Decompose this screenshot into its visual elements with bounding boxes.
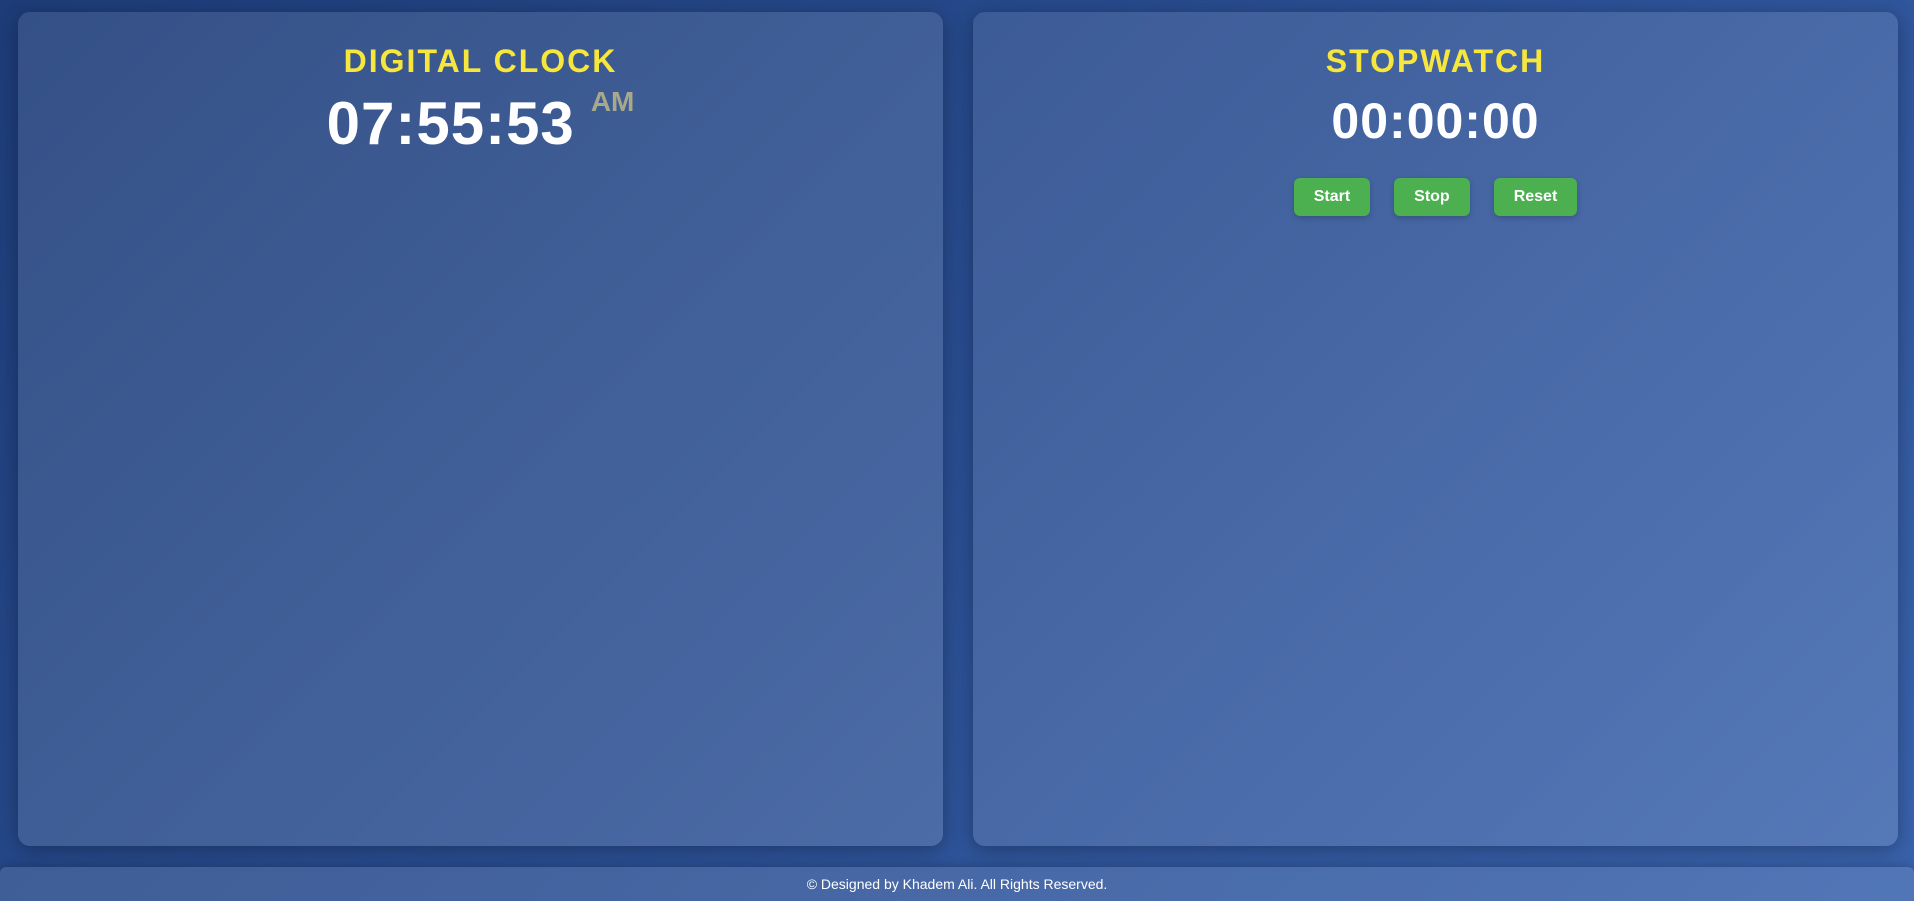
- digital-clock-panel: DIGITAL CLOCK 07:55:53 AM: [18, 12, 943, 846]
- stopwatch-title: STOPWATCH: [1325, 43, 1546, 79]
- footer: © Designed by Khadem Ali. All Rights Res…: [0, 867, 1914, 901]
- stopwatch-panel: STOPWATCH 00:00:00 Start Stop Reset: [973, 12, 1898, 846]
- digital-clock-title: DIGITAL CLOCK: [343, 43, 618, 79]
- clock-time: 07:55:53: [326, 90, 575, 158]
- stop-button[interactable]: Stop: [1394, 178, 1470, 217]
- footer-copyright: © Designed by Khadem Ali. All Rights Res…: [806, 876, 1108, 892]
- stopwatch-controls: Start Stop Reset: [973, 178, 1898, 217]
- clock-ampm: AM: [590, 86, 635, 118]
- reset-button[interactable]: Reset: [1493, 178, 1578, 217]
- stopwatch-time: 00:00:00: [1331, 93, 1540, 150]
- start-button[interactable]: Start: [1293, 178, 1371, 217]
- clock-display: 07:55:53 AM: [18, 86, 943, 158]
